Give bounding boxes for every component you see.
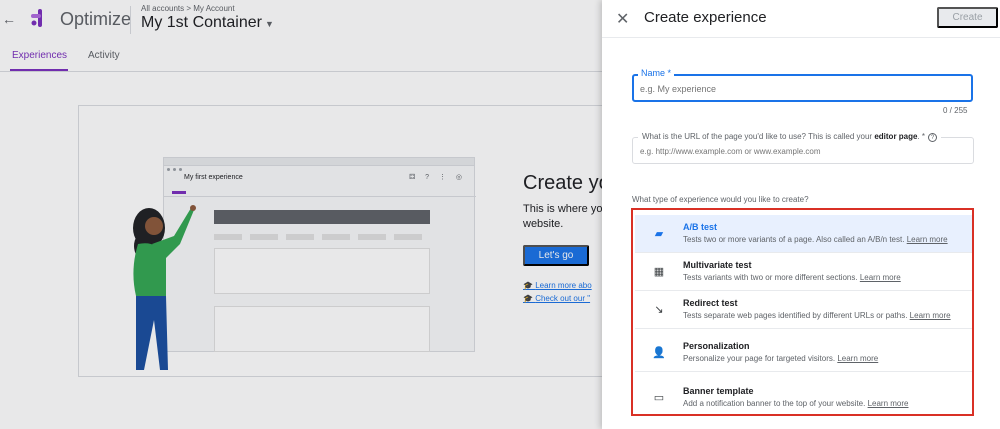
multivariate-icon: ▦ (653, 266, 665, 278)
redirect-icon: ↘ (654, 304, 664, 316)
type-name: A/B test (683, 222, 718, 232)
modal-scrim[interactable] (0, 0, 602, 429)
ab-test-icon: ▰ (654, 228, 664, 240)
type-description: Add a notification banner to the top of … (683, 399, 909, 408)
type-learn-more-link[interactable]: Learn more (910, 311, 951, 320)
banner-icon: ▭ (653, 392, 665, 404)
panel-title: Create experience (644, 9, 767, 26)
type-name: Redirect test (683, 298, 738, 308)
close-icon[interactable]: ✕ (616, 9, 629, 29)
create-experience-panel: ✕ Create experience Create Name * 0 / 25… (602, 0, 1000, 429)
type-option-multivariate-test[interactable]: ▦ Multivariate test Tests variants with … (635, 253, 972, 291)
type-name: Banner template (683, 386, 754, 396)
type-name: Personalization (683, 341, 750, 351)
name-input[interactable] (640, 84, 960, 94)
type-description: Tests two or more variants of a page. Al… (683, 235, 948, 244)
name-char-counter: 0 / 255 (943, 106, 968, 115)
type-learn-more-link[interactable]: Learn more (837, 354, 878, 363)
type-description-text: Tests two or more variants of a page. Al… (683, 235, 905, 244)
type-learn-more-link[interactable]: Learn more (868, 399, 909, 408)
type-option-banner-template[interactable]: ▭ Banner template Add a notification ban… (635, 379, 972, 417)
url-label-prefix: What is the URL of the page you'd like t… (642, 132, 875, 141)
url-field-label: What is the URL of the page you'd like t… (638, 132, 942, 142)
type-description: Tests variants with two or more differen… (683, 273, 901, 282)
panel-header: ✕ Create experience Create (602, 0, 1000, 38)
experience-type-question: What type of experience would you like t… (632, 195, 809, 204)
type-description-text: Tests separate web pages identified by d… (683, 311, 908, 320)
help-icon[interactable]: ? (928, 133, 938, 142)
experience-type-list: ▰ A/B test Tests two or more variants of… (631, 208, 974, 416)
type-option-redirect-test[interactable]: ↘ Redirect test Tests separate web pages… (635, 291, 972, 329)
url-label-bold: editor page (874, 132, 918, 141)
type-option-ab-test[interactable]: ▰ A/B test Tests two or more variants of… (635, 215, 972, 253)
type-description-text: Add a notification banner to the top of … (683, 399, 866, 408)
type-description-text: Tests variants with two or more differen… (683, 273, 858, 282)
type-learn-more-link[interactable]: Learn more (907, 235, 948, 244)
personalization-icon: 👤 (652, 347, 666, 359)
create-button[interactable]: Create (937, 7, 998, 28)
url-label-suffix: . * (917, 132, 926, 141)
type-description: Tests separate web pages identified by d… (683, 311, 951, 320)
type-description: Personalize your page for targeted visit… (683, 354, 878, 363)
type-learn-more-link[interactable]: Learn more (860, 273, 901, 282)
name-field-label: Name * (638, 68, 675, 78)
editor-page-url-input[interactable] (640, 147, 960, 156)
type-name: Multivariate test (683, 260, 752, 270)
type-option-personalization[interactable]: 👤 Personalization Personalize your page … (635, 334, 972, 372)
type-description-text: Personalize your page for targeted visit… (683, 354, 836, 363)
